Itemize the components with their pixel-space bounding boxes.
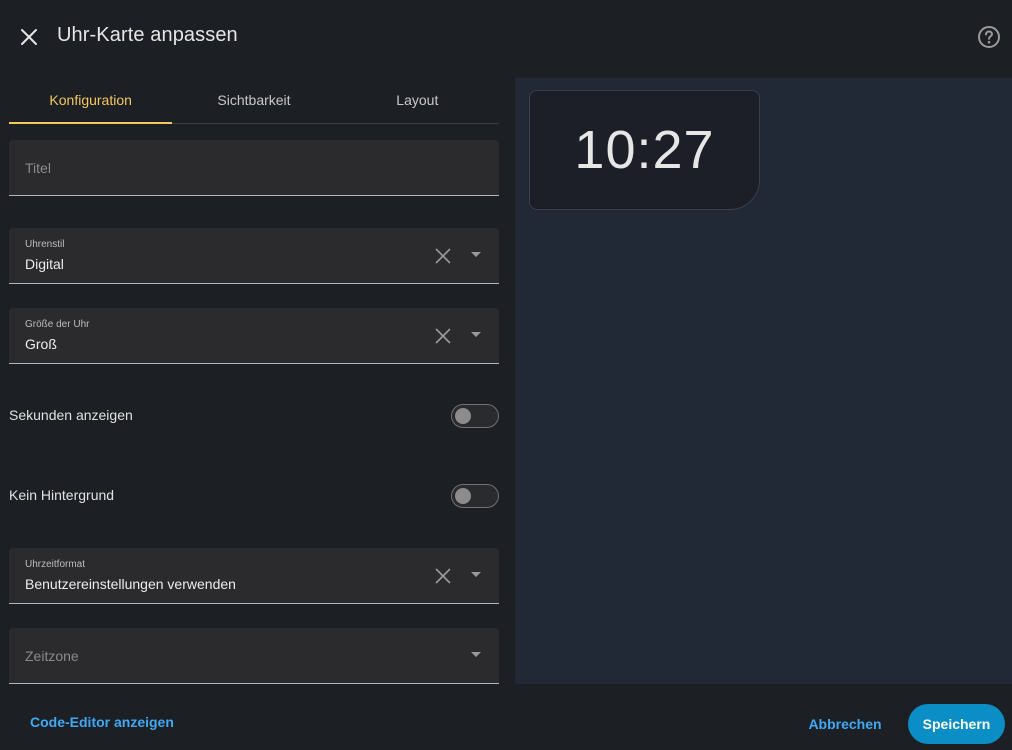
- close-icon: [21, 29, 37, 45]
- edit-card-dialog: Uhr-Karte anpassen Konfiguration Sichtba…: [0, 0, 1012, 750]
- title-input[interactable]: Titel: [9, 140, 499, 196]
- toggle-knob: [455, 488, 471, 504]
- clock-style-value: Digital: [25, 256, 64, 272]
- dialog-header: Uhr-Karte anpassen: [0, 0, 1012, 72]
- clock-size-select[interactable]: Größe der Uhr Groß: [9, 308, 499, 364]
- dialog-title: Uhr-Karte anpassen: [57, 24, 238, 46]
- time-zone-placeholder: Zeitzone: [25, 648, 79, 664]
- dropdown-arrow-icon[interactable]: [471, 652, 481, 657]
- save-button[interactable]: Speichern: [908, 704, 1005, 744]
- tab-sichtbarkeit[interactable]: Sichtbarkeit: [172, 78, 335, 123]
- tab-layout[interactable]: Layout: [336, 78, 499, 123]
- dropdown-arrow-icon[interactable]: [471, 572, 481, 577]
- clock-style-select[interactable]: Uhrenstil Digital: [9, 228, 499, 284]
- dropdown-arrow-icon[interactable]: [471, 332, 481, 337]
- help-circle-icon: [978, 26, 1000, 48]
- show-seconds-label: Sekunden anzeigen: [9, 407, 133, 423]
- close-button[interactable]: [14, 22, 44, 52]
- title-placeholder: Titel: [25, 160, 51, 176]
- dropdown-arrow-icon[interactable]: [471, 252, 481, 257]
- help-button[interactable]: [976, 24, 1002, 50]
- tab-bar: Konfiguration Sichtbarkeit Layout: [9, 78, 499, 124]
- no-background-label: Kein Hintergrund: [9, 487, 115, 503]
- no-background-row: Kein Hintergrund: [9, 476, 499, 516]
- clock-style-label: Uhrenstil: [25, 239, 65, 250]
- clock-size-value: Groß: [25, 336, 57, 352]
- no-background-toggle[interactable]: [451, 484, 499, 508]
- time-zone-select[interactable]: Zeitzone: [9, 628, 499, 684]
- clock-card-preview: 10:27: [529, 90, 760, 210]
- clock-size-label: Größe der Uhr: [25, 319, 90, 330]
- time-format-label: Uhrzeitformat: [25, 559, 86, 570]
- toggle-knob: [455, 408, 471, 424]
- tab-konfiguration[interactable]: Konfiguration: [9, 78, 173, 124]
- clear-icon[interactable]: [433, 246, 453, 266]
- show-seconds-row: Sekunden anzeigen: [9, 396, 499, 436]
- time-format-value: Benutzereinstellungen verwenden: [25, 576, 236, 592]
- card-preview-panel: 10:27: [515, 78, 1012, 684]
- code-editor-button[interactable]: Code-Editor anzeigen: [30, 714, 174, 730]
- clear-icon[interactable]: [433, 566, 453, 586]
- clear-icon[interactable]: [433, 326, 453, 346]
- cancel-button[interactable]: Abbrechen: [800, 704, 890, 744]
- time-format-select[interactable]: Uhrzeitformat Benutzereinstellungen verw…: [9, 548, 499, 604]
- clock-time: 10:27: [574, 120, 715, 180]
- show-seconds-toggle[interactable]: [451, 404, 499, 428]
